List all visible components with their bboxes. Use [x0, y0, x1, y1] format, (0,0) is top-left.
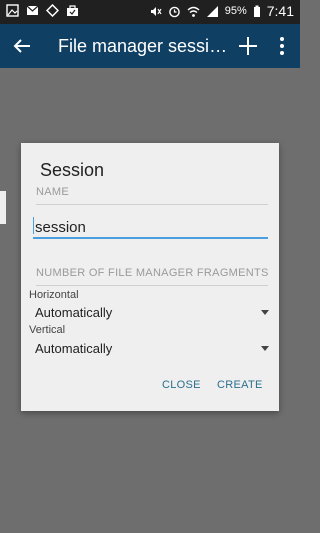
app-bar-title: File manager sessio...: [58, 36, 228, 56]
vertical-label: Vertical: [29, 324, 66, 336]
mute-icon: [150, 6, 162, 16]
app-bar: File manager sessio...: [0, 24, 300, 68]
session-dialog: Session NAME NUMBER OF FILE MANAGER FRAG…: [21, 143, 279, 411]
battery-percent: 95%: [224, 5, 247, 17]
create-button[interactable]: CREATE: [217, 379, 263, 391]
dropdown-arrow-icon: [261, 310, 269, 315]
horizontal-label: Horizontal: [29, 289, 79, 301]
vertical-select-value: Automatically: [35, 341, 113, 356]
text-cursor: [33, 217, 34, 234]
clock: 7:41: [266, 3, 294, 19]
signal-icon: [206, 5, 218, 17]
fragments-section-header: NUMBER OF FILE MANAGER FRAGMENTS: [36, 267, 269, 279]
horizontal-select-value: Automatically: [35, 305, 113, 320]
name-section-divider: [36, 204, 268, 205]
close-button[interactable]: CLOSE: [162, 379, 201, 391]
horizontal-select[interactable]: Automatically: [35, 305, 271, 323]
back-arrow-icon[interactable]: [10, 34, 34, 58]
shopping-bag-notification-icon: [67, 5, 78, 16]
name-section-header: NAME: [36, 186, 69, 198]
mail-notification-icon: [26, 5, 39, 15]
gallery-notification-icon: [6, 4, 19, 17]
session-name-underline: [33, 237, 268, 239]
drawer-edge-handle[interactable]: [0, 191, 6, 224]
session-name-input[interactable]: [33, 216, 272, 238]
wifi-icon: [187, 6, 200, 17]
add-icon[interactable]: [236, 34, 260, 58]
vertical-select[interactable]: Automatically: [35, 341, 271, 359]
dropdown-arrow-icon: [261, 346, 269, 351]
battery-icon: [253, 5, 260, 17]
fragments-section-divider: [36, 285, 268, 286]
dialog-title: Session: [40, 160, 105, 180]
more-vert-icon[interactable]: [276, 34, 288, 58]
code-notification-icon: [46, 4, 59, 17]
status-bar: 95% 7:41: [0, 0, 300, 24]
alarm-icon: [168, 6, 180, 17]
